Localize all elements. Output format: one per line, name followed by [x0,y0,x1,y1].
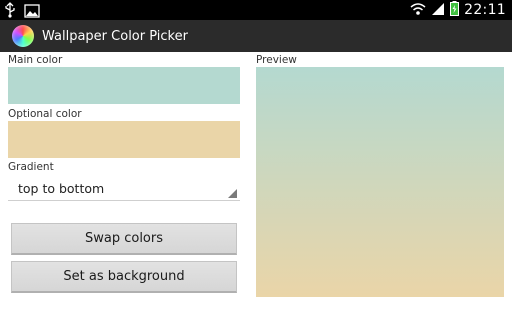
main-color-label: Main color [8,54,63,66]
wifi-icon [410,1,426,20]
screen: 22:11 Wallpaper Color Picker Main color … [0,0,512,320]
signal-icon [431,1,445,20]
action-bar: Wallpaper Color Picker [0,20,512,52]
clock: 22:11 [464,2,506,18]
usb-icon [4,2,16,22]
main-color-swatch[interactable] [8,67,240,104]
gradient-label: Gradient [8,161,54,173]
gradient-dropdown[interactable]: top to bottom [8,176,240,201]
status-bar: 22:11 [0,0,512,20]
dropdown-arrow-icon [228,189,237,198]
gradient-selected-value: top to bottom [18,181,105,196]
color-wheel-icon[interactable] [12,25,34,47]
swap-colors-button[interactable]: Swap colors [11,223,237,255]
battery-icon [450,0,460,20]
set-background-button[interactable]: Set as background [11,261,237,293]
preview-gradient [256,67,504,297]
optional-color-swatch[interactable] [8,121,240,158]
preview-label: Preview [256,54,297,66]
optional-color-label: Optional color [8,108,82,120]
app-title: Wallpaper Color Picker [42,28,188,44]
image-icon [24,3,40,22]
